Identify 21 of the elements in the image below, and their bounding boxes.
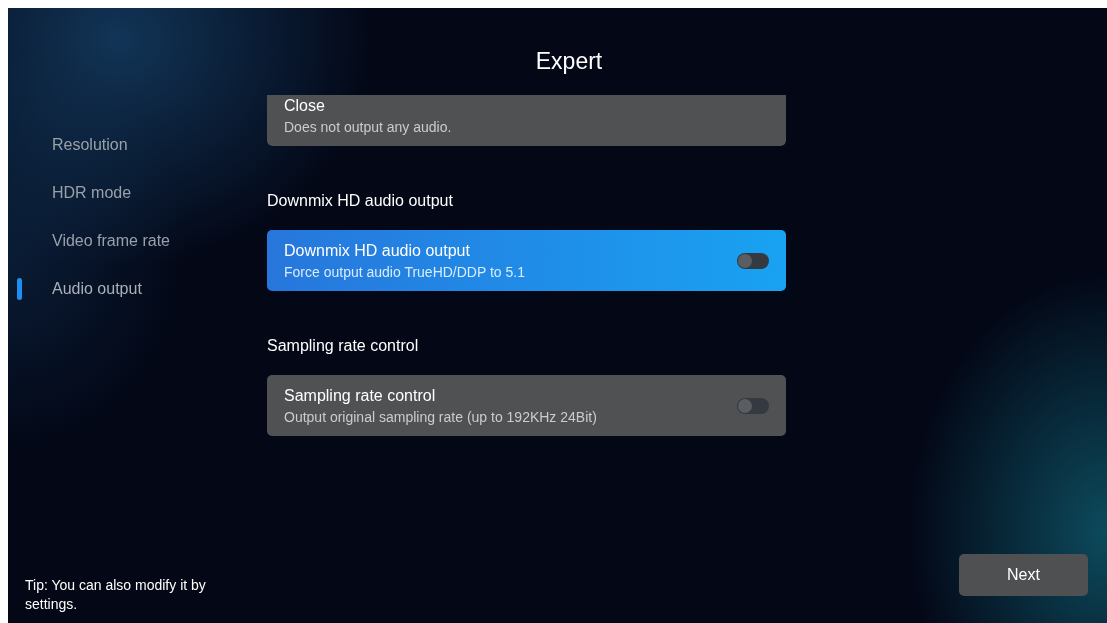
sidebar-item[interactable]: HDR mode	[52, 181, 132, 205]
active-indicator	[17, 278, 22, 300]
setting-title: Close	[284, 95, 325, 116]
setting-description: Force output audio TrueHD/DDP to 5.1	[284, 262, 525, 282]
setting-title: Downmix HD audio output	[284, 240, 470, 261]
setting-title: Sampling rate control	[284, 385, 436, 406]
section-heading: Sampling rate control	[267, 336, 420, 356]
next-button[interactable]: Next	[959, 554, 1088, 596]
setting-card[interactable]: Downmix HD audio output Force output audio TrueHD/DDP to 5.1	[267, 230, 786, 291]
toggle-switch[interactable]	[737, 252, 769, 269]
setting-card[interactable]: Sampling rate control Output original sampling rate (up to 192KHz 24Bit)	[267, 375, 786, 436]
setting-description: Does not output any audio.	[284, 117, 452, 137]
setting-description: Output original sampling rate (up to 192KHz 24Bit)	[284, 407, 597, 427]
tip-text: Tip: You can also modify it by settings.	[25, 576, 207, 614]
section-heading: Downmix HD audio output	[267, 191, 454, 211]
sidebar-item[interactable]: Audio output	[52, 277, 142, 301]
page-title: Expert	[535, 48, 603, 74]
sidebar-item[interactable]: Video frame rate	[52, 229, 170, 253]
sidebar-item[interactable]: Resolution	[52, 133, 128, 157]
setting-card[interactable]: Close Does not output any audio.	[267, 95, 786, 146]
toggle-switch[interactable]	[737, 397, 769, 414]
